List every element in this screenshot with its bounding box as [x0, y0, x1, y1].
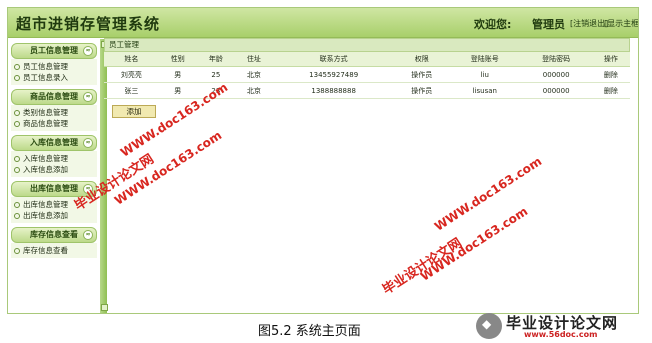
- table-cell: 张三: [104, 82, 159, 99]
- logout-link[interactable]: [注销退出]: [570, 18, 608, 29]
- main-content: 员工管理 姓名 性别 年龄 住址 联系方式 权限 登陆账号 登陆密码 操作 刘亮…: [104, 38, 630, 298]
- sidebar-item[interactable]: 出库信息添加: [14, 210, 97, 221]
- table-cell: 北京: [234, 66, 273, 83]
- table-row: 刘亮亮 男 25 北京 13455927489 操作员 liu 000000 删…: [104, 66, 630, 83]
- table-cell: 刘亮亮: [104, 66, 159, 83]
- sidebar-item-label: 员工信息管理: [23, 62, 68, 71]
- panel-title: 员工管理: [104, 38, 630, 52]
- table-cell: liu: [449, 66, 521, 83]
- delete-link[interactable]: 删除: [591, 82, 630, 99]
- show-main-frame-link[interactable]: [显示主框架]: [604, 18, 638, 29]
- sidebar-section-title: 库存信息查看: [30, 230, 78, 239]
- bullet-icon: [14, 121, 20, 127]
- top-bar: 超市进销存管理系统 欢迎您: 管理员 [注销退出] [显示主框架]: [8, 8, 638, 38]
- sidebar: 员工信息管理 ≈ 员工信息管理 员工信息录入 商品信息管理 ≈ 类别信息管理 商品信…: [8, 39, 100, 313]
- sidebar-item-label: 出库信息管理: [23, 200, 68, 209]
- collapse-icon[interactable]: ≈: [83, 230, 93, 240]
- column-header: 操作: [591, 52, 630, 67]
- column-header: 登陆账号: [449, 52, 521, 67]
- user-name: 管理员: [532, 18, 565, 31]
- bullet-icon: [14, 213, 20, 219]
- sidebar-section-title: 出库信息管理: [30, 184, 78, 193]
- table-row: 张三 男 23 北京 1388888888 操作员 lisusan 000000…: [104, 82, 630, 99]
- sidebar-item-label: 入库信息管理: [23, 154, 68, 163]
- sidebar-section-goods: 商品信息管理 ≈ 类别信息管理 商品信息管理: [11, 89, 97, 131]
- sidebar-item[interactable]: 库存信息查看: [14, 245, 97, 256]
- column-header: 登陆密码: [520, 52, 592, 67]
- sidebar-section-inventory: 库存信息查看 ≈ 库存信息查看: [11, 227, 97, 258]
- sidebar-section-header[interactable]: 商品信息管理 ≈: [11, 89, 97, 105]
- column-header: 性别: [158, 52, 197, 67]
- table-cell: 000000: [520, 82, 592, 99]
- logo-mark-icon: ◆: [476, 313, 502, 339]
- sidebar-item[interactable]: 员工信息录入: [14, 72, 97, 83]
- sidebar-section-header[interactable]: 入库信息管理 ≈: [11, 135, 97, 151]
- delete-link[interactable]: 删除: [591, 66, 630, 83]
- figure-caption: 图5.2 系统主页面: [258, 324, 361, 339]
- table-cell: lisusan: [449, 82, 521, 99]
- table-cell: 操作员: [394, 82, 450, 99]
- sidebar-item[interactable]: 商品信息管理: [14, 118, 97, 129]
- sidebar-section-title: 入库信息管理: [30, 138, 78, 147]
- column-header: 姓名: [104, 52, 159, 67]
- table-header-row: 姓名 性别 年龄 住址 联系方式 权限 登陆账号 登陆密码 操作: [104, 52, 630, 67]
- footer-logo: ◆ 毕业设计论文网 www.56doc.com: [476, 311, 646, 341]
- sidebar-item[interactable]: 入库信息添加: [14, 164, 97, 175]
- table-cell: 北京: [234, 82, 273, 99]
- add-button[interactable]: 添加: [112, 105, 156, 118]
- column-header: 年龄: [196, 52, 235, 67]
- sidebar-item-label: 库存信息查看: [23, 246, 68, 255]
- collapse-icon[interactable]: ≈: [83, 92, 93, 102]
- welcome-text: 欢迎您:: [474, 18, 512, 31]
- column-header: 联系方式: [272, 52, 395, 67]
- table-cell: 操作员: [394, 66, 450, 83]
- table-cell: 25: [196, 66, 235, 83]
- sidebar-section-header[interactable]: 库存信息查看 ≈: [11, 227, 97, 243]
- column-header: 住址: [234, 52, 273, 67]
- collapse-down-icon[interactable]: [101, 304, 108, 311]
- sidebar-item[interactable]: 员工信息管理: [14, 61, 97, 72]
- table-cell: 男: [158, 82, 197, 99]
- bullet-icon: [14, 64, 20, 70]
- table-cell: 000000: [520, 66, 592, 83]
- sidebar-section-title: 员工信息管理: [30, 46, 78, 55]
- collapse-icon[interactable]: ≈: [83, 138, 93, 148]
- bullet-icon: [14, 110, 20, 116]
- footer-url: www.56doc.com: [524, 330, 598, 339]
- sidebar-section-stock-in: 入库信息管理 ≈ 入库信息管理 入库信息添加: [11, 135, 97, 177]
- employee-table: 姓名 性别 年龄 住址 联系方式 权限 登陆账号 登陆密码 操作 刘亮亮 男 2…: [104, 52, 630, 99]
- app-title: 超市进销存管理系统: [16, 15, 161, 33]
- table-cell: 男: [158, 66, 197, 83]
- bullet-icon: [14, 167, 20, 173]
- bullet-icon: [14, 75, 20, 81]
- table-cell: 1388888888: [272, 82, 395, 99]
- sidebar-item-label: 类别信息管理: [23, 108, 68, 117]
- sidebar-item-label: 入库信息添加: [23, 165, 68, 174]
- sidebar-item-label: 员工信息录入: [23, 73, 68, 82]
- sidebar-section-employee: 员工信息管理 ≈ 员工信息管理 员工信息录入: [11, 43, 97, 85]
- bullet-icon: [14, 248, 20, 254]
- sidebar-item-label: 商品信息管理: [23, 119, 68, 128]
- sidebar-item-label: 出库信息添加: [23, 211, 68, 220]
- sidebar-section-header[interactable]: 员工信息管理 ≈: [11, 43, 97, 59]
- bullet-icon: [14, 202, 20, 208]
- sidebar-item[interactable]: 入库信息管理: [14, 153, 97, 164]
- table-cell: 13455927489: [272, 66, 395, 83]
- collapse-icon[interactable]: ≈: [83, 46, 93, 56]
- column-header: 权限: [394, 52, 450, 67]
- sidebar-section-title: 商品信息管理: [30, 92, 78, 101]
- sidebar-item[interactable]: 类别信息管理: [14, 107, 97, 118]
- bullet-icon: [14, 156, 20, 162]
